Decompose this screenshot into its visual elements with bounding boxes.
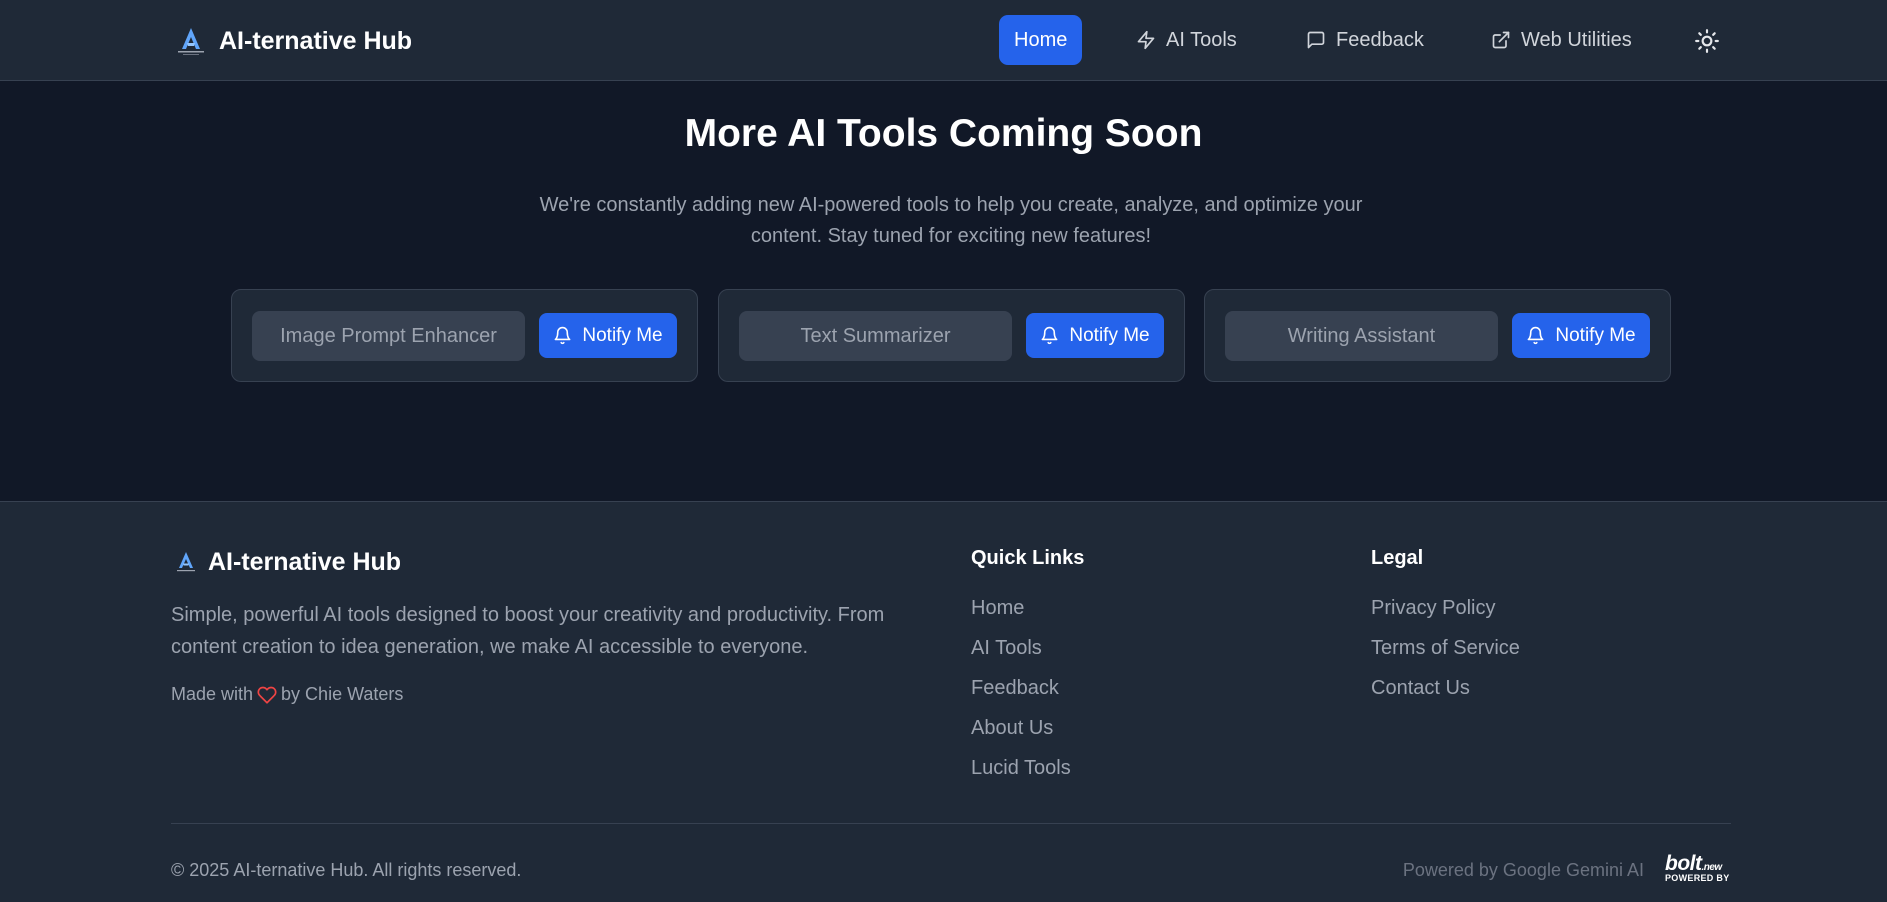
footer-link-ai-tools[interactable]: AI Tools: [971, 637, 1042, 660]
footer-link-about-us[interactable]: About Us: [971, 717, 1053, 740]
copyright-text: © 2025 AI-ternative Hub. All rights rese…: [171, 860, 522, 880]
page-title: More AI Tools Coming Soon: [684, 112, 1203, 155]
nav-home[interactable]: Home: [999, 15, 1083, 65]
heart-icon: [257, 686, 277, 704]
bolt-caption: POWERED BY: [1665, 873, 1730, 883]
notify-me-button[interactable]: Notify Me: [539, 313, 677, 358]
made-with-credit: Made with by Chie Waters: [171, 684, 403, 705]
bell-icon: [554, 326, 571, 345]
bolt-badge-link[interactable]: bolt.new POWERED BY: [1665, 852, 1731, 888]
brand-logo-icon: [171, 22, 211, 60]
sun-icon: [1695, 29, 1719, 53]
site-header: AI-ternative Hub Home AI Tools Feedback …: [0, 0, 1887, 81]
theme-toggle-button[interactable]: [1694, 28, 1720, 54]
tool-card: Writing Assistant Notify Me: [1204, 289, 1671, 382]
legal-heading: Legal: [1371, 547, 1424, 569]
nav-ai-tools[interactable]: AI Tools: [1136, 15, 1237, 65]
bell-icon: [1041, 326, 1058, 345]
footer-link-home[interactable]: Home: [971, 597, 1024, 620]
footer-link-privacy-policy[interactable]: Privacy Policy: [1371, 597, 1495, 620]
brand-title: AI-ternative Hub: [219, 26, 413, 55]
tool-name-pill: Writing Assistant: [1225, 311, 1498, 361]
notify-me-button[interactable]: Notify Me: [1512, 313, 1650, 358]
external-link-icon: [1492, 31, 1510, 49]
nav-web-utilities-label: Web Utilities: [1521, 28, 1632, 51]
made-with-suffix: by Chie Waters: [281, 684, 404, 704]
brand-logo-icon: [171, 547, 201, 577]
nav-ai-tools-label: AI Tools: [1166, 28, 1237, 51]
footer-description: Simple, powerful AI tools designed to bo…: [171, 604, 885, 658]
footer-brand-title: AI-ternative Hub: [208, 547, 402, 576]
tool-card: Image Prompt Enhancer Notify Me: [231, 289, 698, 382]
made-with-prefix: Made with: [171, 684, 254, 704]
powered-by-text: Powered by Google Gemini AI: [1402, 860, 1644, 880]
tool-card: Text Summarizer Notify Me: [718, 289, 1185, 382]
notify-me-label: Notify Me: [1555, 324, 1636, 346]
notify-me-label: Notify Me: [1069, 324, 1150, 346]
site-footer: AI-ternative Hub Simple, powerful AI too…: [0, 501, 1887, 902]
footer-brand: AI-ternative Hub: [171, 547, 401, 577]
nav-home-label: Home: [1014, 28, 1068, 51]
tool-name-pill: Image Prompt Enhancer: [252, 311, 525, 361]
nav-feedback-label: Feedback: [1336, 28, 1424, 51]
notify-me-label: Notify Me: [582, 324, 663, 346]
nav-web-utilities[interactable]: Web Utilities: [1491, 15, 1632, 65]
footer-link-feedback[interactable]: Feedback: [971, 677, 1059, 700]
footer-divider: [171, 823, 1731, 824]
footer-link-lucid-tools[interactable]: Lucid Tools: [971, 757, 1071, 780]
brand-link[interactable]: AI-ternative Hub: [171, 22, 412, 60]
tool-name-pill: Text Summarizer: [739, 311, 1012, 361]
bolt-icon: [1137, 30, 1155, 50]
footer-link-contact-us[interactable]: Contact Us: [1371, 677, 1470, 700]
bell-icon: [1527, 326, 1544, 345]
quick-links-heading: Quick Links: [971, 547, 1085, 569]
notify-me-button[interactable]: Notify Me: [1026, 313, 1164, 358]
page-description: We're constantly adding new AI-powered t…: [539, 194, 1363, 247]
message-square-icon: [1307, 31, 1325, 49]
footer-link-terms-of-service[interactable]: Terms of Service: [1371, 637, 1520, 660]
nav-feedback[interactable]: Feedback: [1306, 15, 1424, 65]
